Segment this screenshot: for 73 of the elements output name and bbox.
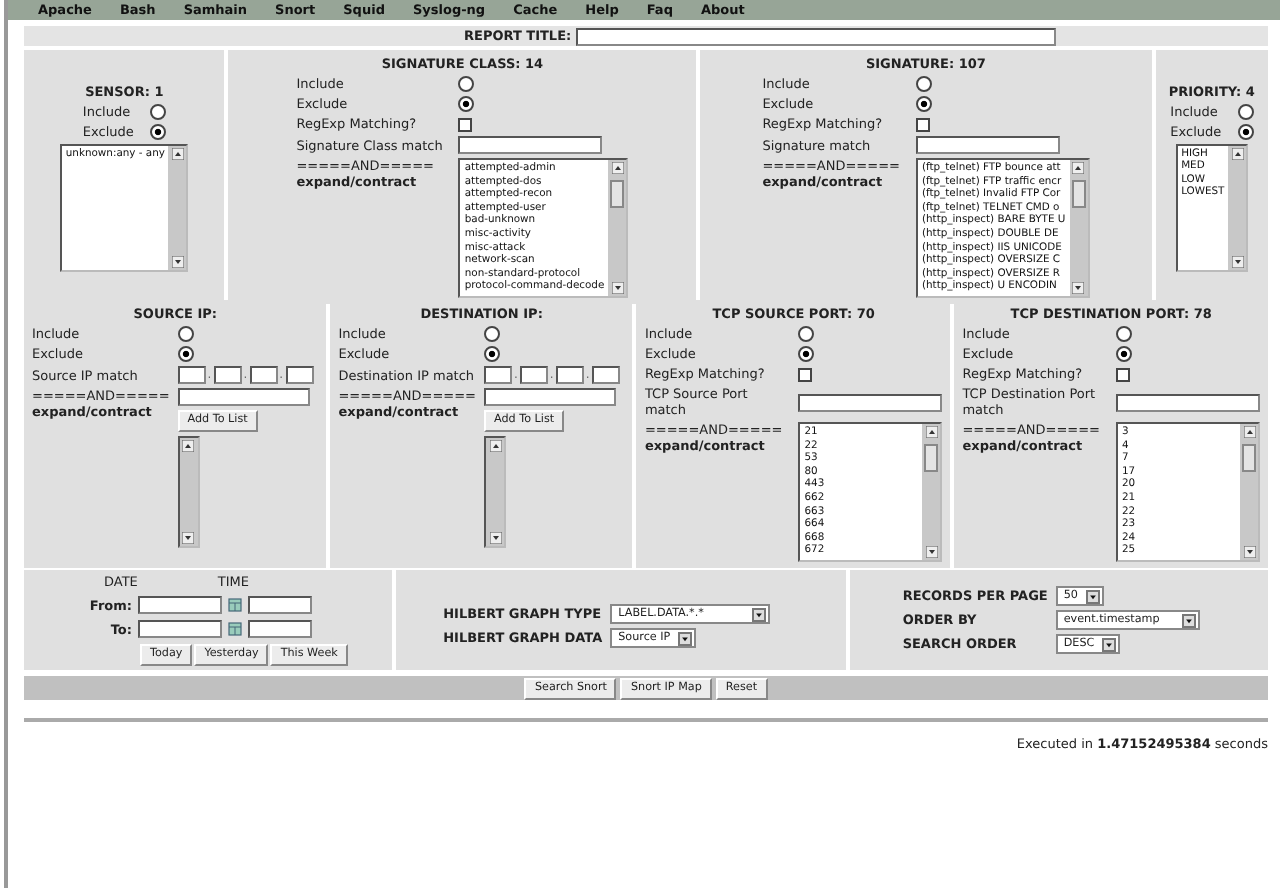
scroll-up-icon[interactable] xyxy=(1072,162,1085,174)
calendar-icon[interactable] xyxy=(228,622,242,636)
match-input[interactable] xyxy=(915,136,1060,154)
radio-button[interactable] xyxy=(177,326,194,342)
scroll-down-icon[interactable] xyxy=(489,532,501,544)
radio-button[interactable] xyxy=(915,96,932,112)
caret-icon xyxy=(678,631,693,645)
radio-button[interactable] xyxy=(484,326,500,342)
scroll-down-icon[interactable] xyxy=(925,546,938,558)
radio-button[interactable] xyxy=(1237,123,1254,139)
radio-button[interactable] xyxy=(484,346,500,362)
octet-input[interactable] xyxy=(213,366,242,384)
scroll-down-icon[interactable] xyxy=(182,532,195,544)
scrollbar[interactable] xyxy=(1228,145,1247,269)
caret-icon xyxy=(752,607,767,621)
scroll-up-icon[interactable] xyxy=(925,426,938,438)
checkbox[interactable] xyxy=(915,117,930,131)
scroll-down-icon[interactable] xyxy=(1231,255,1244,267)
radio-button[interactable] xyxy=(915,76,932,92)
radio-button[interactable] xyxy=(458,96,475,112)
scroll-down-icon[interactable] xyxy=(171,255,184,267)
ip-input[interactable] xyxy=(177,388,310,406)
calendar-icon[interactable] xyxy=(228,598,242,612)
scroll-up-icon[interactable] xyxy=(1231,147,1244,159)
radio-button[interactable] xyxy=(149,103,166,119)
radio-button[interactable] xyxy=(798,326,815,342)
octet-input[interactable] xyxy=(519,366,548,384)
report-title-input[interactable] xyxy=(575,27,1056,45)
caret-icon xyxy=(1102,637,1117,651)
time-input[interactable] xyxy=(248,596,312,614)
octet-input[interactable] xyxy=(591,366,620,384)
scroll-down-icon[interactable] xyxy=(1072,282,1085,294)
checkbox[interactable] xyxy=(1116,367,1130,381)
scrollbar[interactable] xyxy=(1240,424,1258,560)
scroll-down-icon[interactable] xyxy=(1243,546,1255,558)
checkbox[interactable] xyxy=(798,367,813,381)
date-input[interactable] xyxy=(138,620,222,638)
match-input[interactable] xyxy=(458,136,603,154)
caret-icon xyxy=(1181,613,1196,627)
scrollbar[interactable] xyxy=(1069,160,1088,296)
scroll-up-icon[interactable] xyxy=(1243,426,1255,438)
scroll-up-icon[interactable] xyxy=(489,440,501,452)
octet-input[interactable] xyxy=(555,366,584,384)
octet-input[interactable] xyxy=(249,366,278,384)
scroll-thumb[interactable] xyxy=(1242,444,1256,472)
scroll-up-icon[interactable] xyxy=(611,162,624,174)
radio-button[interactable] xyxy=(1116,326,1132,342)
scroll-up-icon[interactable] xyxy=(171,147,184,159)
octet-input[interactable] xyxy=(177,366,206,384)
date-input[interactable] xyxy=(138,596,222,614)
caret-icon xyxy=(1085,589,1100,603)
scrollbar[interactable] xyxy=(168,145,187,269)
octet-input[interactable] xyxy=(484,366,512,384)
radio-button[interactable] xyxy=(458,76,475,92)
match-input[interactable] xyxy=(1116,393,1260,411)
scroll-up-icon[interactable] xyxy=(182,440,195,452)
scroll-thumb[interactable] xyxy=(924,444,939,472)
match-input[interactable] xyxy=(798,393,943,411)
ip-input[interactable] xyxy=(484,388,616,406)
list-box[interactable] xyxy=(915,158,1090,298)
radio-button[interactable] xyxy=(177,346,194,362)
scroll-thumb[interactable] xyxy=(1071,180,1086,208)
scroll-down-icon[interactable] xyxy=(611,282,624,294)
scrollbar[interactable] xyxy=(608,160,627,296)
scroll-thumb[interactable] xyxy=(610,180,625,208)
radio-button[interactable] xyxy=(1116,346,1132,362)
checkbox[interactable] xyxy=(458,117,473,131)
scrollbar[interactable] xyxy=(922,424,941,560)
octet-input[interactable] xyxy=(285,366,314,384)
radio-button[interactable] xyxy=(149,123,166,139)
radio-button[interactable] xyxy=(798,346,815,362)
radio-button[interactable] xyxy=(1237,103,1254,119)
time-input[interactable] xyxy=(248,620,312,638)
